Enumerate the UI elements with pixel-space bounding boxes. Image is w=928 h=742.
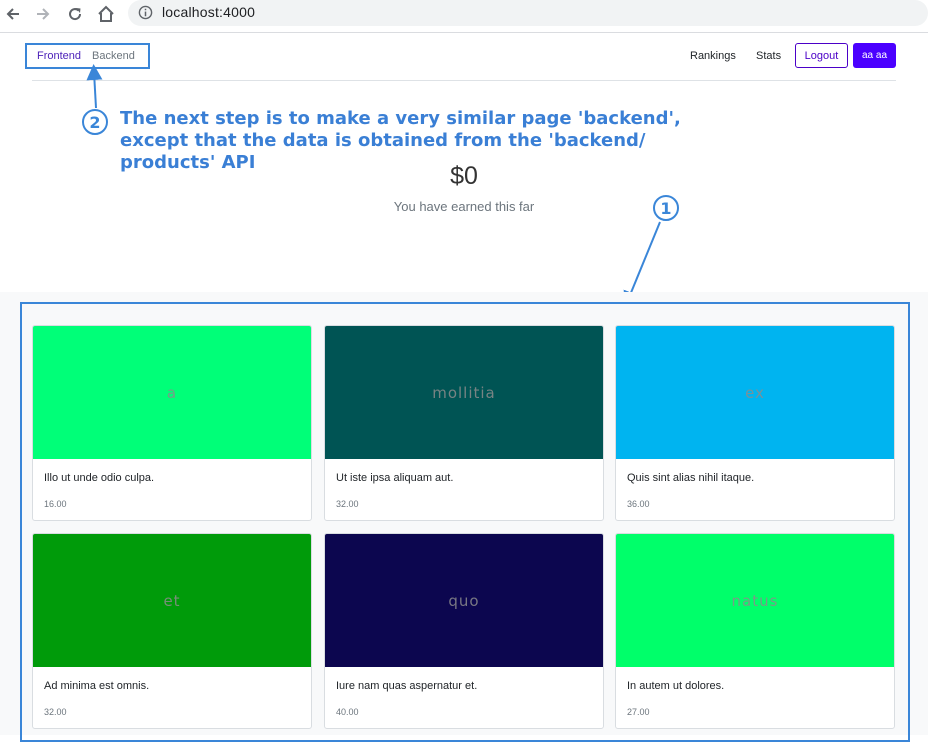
product-image: ex <box>616 326 894 459</box>
product-image: et <box>33 534 311 667</box>
product-title: Iure nam quas aspernatur et. <box>336 680 478 692</box>
product-title: Ad minima est omnis. <box>44 680 150 692</box>
product-image: natus <box>616 534 894 667</box>
earnings-amount: $0 <box>450 162 478 190</box>
product-card[interactable]: mollitia Ut iste ipsa aliquam aut. 32.00 <box>324 325 604 521</box>
product-price: 36.00 <box>627 499 650 509</box>
earnings-label: You have earned this far <box>393 199 535 214</box>
product-card[interactable]: natus In autem ut dolores. 27.00 <box>615 533 895 729</box>
product-price: 32.00 <box>336 499 359 509</box>
product-price: 16.00 <box>44 499 67 509</box>
product-title: Quis sint alias nihil itaque. <box>627 472 755 484</box>
product-price: 32.00 <box>44 707 67 717</box>
product-card[interactable]: ex Quis sint alias nihil itaque. 36.00 <box>615 325 895 521</box>
product-image: quo <box>325 534 603 667</box>
product-price: 40.00 <box>336 707 359 717</box>
product-card[interactable]: a Illo ut unde odio culpa. 16.00 <box>32 325 312 521</box>
annotation-step-2-badge: 2 <box>82 109 108 135</box>
product-card[interactable]: et Ad minima est omnis. 32.00 <box>32 533 312 729</box>
annotation-step-1-badge: 1 <box>653 195 679 221</box>
product-title: In autem ut dolores. <box>627 680 725 692</box>
product-title: Ut iste ipsa aliquam aut. <box>336 472 454 484</box>
product-title: Illo ut unde odio culpa. <box>44 472 155 484</box>
product-price: 27.00 <box>627 707 650 717</box>
product-image: mollitia <box>325 326 603 459</box>
product-image: a <box>33 326 311 459</box>
product-card[interactable]: quo Iure nam quas aspernatur et. 40.00 <box>324 533 604 729</box>
